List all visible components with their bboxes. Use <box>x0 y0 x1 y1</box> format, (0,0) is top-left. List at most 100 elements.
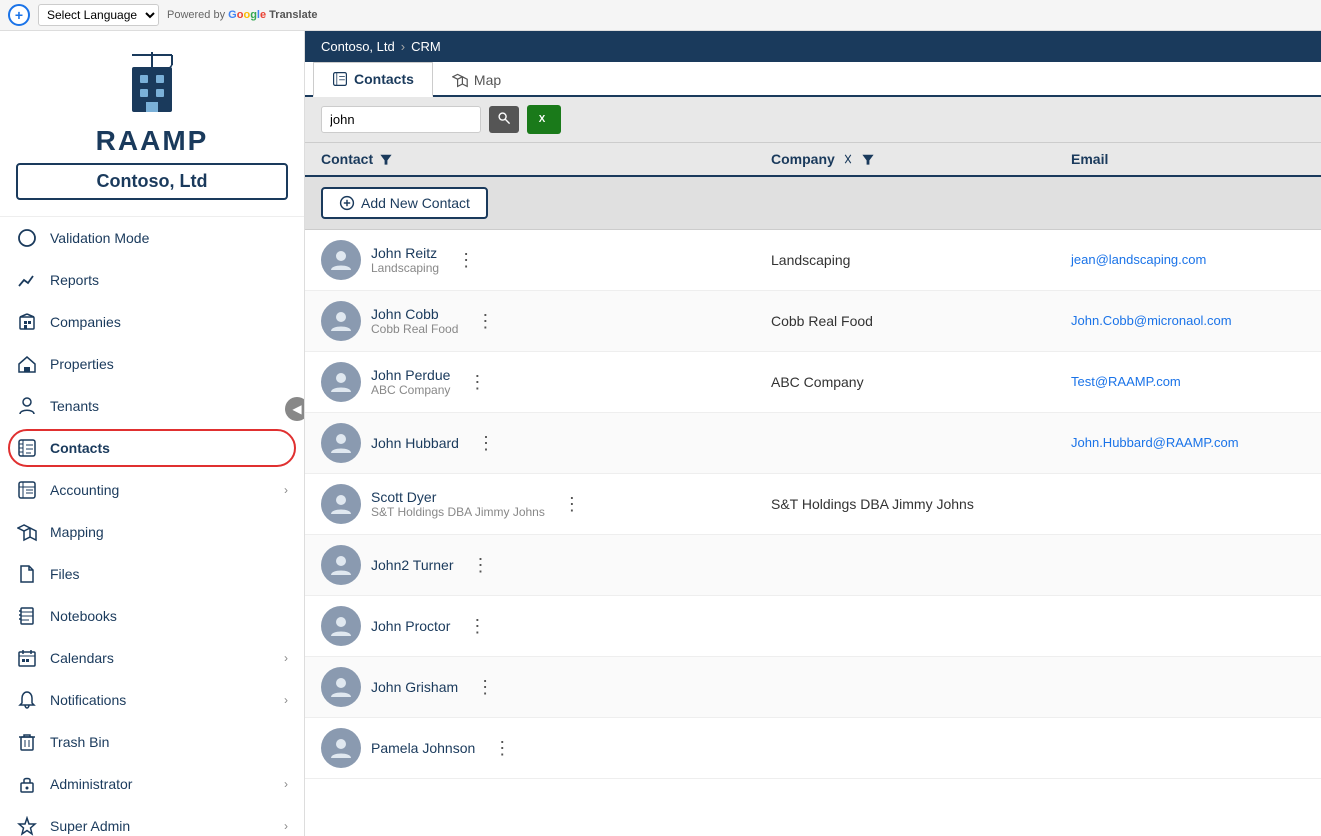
email-column-header: Email <box>1071 151 1305 167</box>
table-row: John Reitz Landscaping ⋮ Landscaping jea… <box>305 230 1321 291</box>
avatar <box>321 545 361 585</box>
contact-name[interactable]: John Perdue <box>371 367 450 383</box>
email-link[interactable]: jean@landscaping.com <box>1071 252 1206 267</box>
sidebar-item-reports[interactable]: Reports <box>0 259 304 301</box>
chevron-right-icon: › <box>284 777 288 791</box>
plus-circle-icon <box>339 195 355 211</box>
avatar <box>321 606 361 646</box>
svg-text:X: X <box>539 114 546 125</box>
breadcrumb-module: CRM <box>411 39 441 54</box>
accounting-icon <box>16 479 38 501</box>
contact-info: John Reitz Landscaping <box>371 245 439 275</box>
tab-contacts[interactable]: Contacts <box>313 62 433 97</box>
sidebar-collapse-button[interactable]: ◀ <box>285 397 305 421</box>
company-cell: Landscaping <box>771 252 1071 268</box>
contact-more-button[interactable]: ⋮ <box>468 307 502 336</box>
contacts-icon <box>16 437 38 459</box>
sidebar-item-contacts[interactable]: Contacts <box>0 427 304 469</box>
breadcrumb-company[interactable]: Contoso, Ltd <box>321 39 395 54</box>
contact-name[interactable]: John Reitz <box>371 245 439 261</box>
search-icon <box>497 111 511 125</box>
contact-subtitle: ABC Company <box>371 383 450 397</box>
contact-name[interactable]: John Grisham <box>371 679 458 695</box>
contact-more-button[interactable]: ⋮ <box>485 734 519 763</box>
sidebar-item-mapping[interactable]: Mapping <box>0 511 304 553</box>
person-avatar-icon <box>329 614 353 638</box>
contact-subtitle: S&T Holdings DBA Jimmy Johns <box>371 505 545 519</box>
sidebar-item-trash-bin[interactable]: Trash Bin <box>0 721 304 763</box>
contact-name[interactable]: John Hubbard <box>371 435 459 451</box>
contact-name[interactable]: John2 Turner <box>371 557 454 573</box>
language-select[interactable]: Select Language <box>38 4 159 26</box>
contact-name[interactable]: John Proctor <box>371 618 450 634</box>
sidebar-item-notifications[interactable]: Notifications › <box>0 679 304 721</box>
contact-more-button[interactable]: ⋮ <box>449 246 483 275</box>
translate-add-button[interactable]: + <box>8 4 30 26</box>
avatar <box>321 240 361 280</box>
sidebar-item-tenants[interactable]: Tenants <box>0 385 304 427</box>
star-icon <box>16 815 38 836</box>
sort-icon[interactable] <box>841 152 855 166</box>
breadcrumb: Contoso, Ltd › CRM <box>305 31 1321 62</box>
person-avatar-icon <box>329 492 353 516</box>
sidebar-item-calendars[interactable]: Calendars › <box>0 637 304 679</box>
table-row: John Hubbard ⋮ John.Hubbard@RAAMP.com <box>305 413 1321 474</box>
content-area: Contoso, Ltd › CRM Contacts Map X <box>305 31 1321 836</box>
search-input[interactable] <box>321 106 481 133</box>
contact-more-button[interactable]: ⋮ <box>555 490 589 519</box>
email-link[interactable]: Test@RAAMP.com <box>1071 374 1181 389</box>
notebook-icon <box>16 605 38 627</box>
person-icon <box>16 395 38 417</box>
contact-name[interactable]: Pamela Johnson <box>371 740 475 756</box>
sidebar-item-super-admin[interactable]: Super Admin › <box>0 805 304 836</box>
toolbar: X <box>305 97 1321 143</box>
sidebar-item-validation-mode[interactable]: Validation Mode <box>0 217 304 259</box>
person-avatar-icon <box>329 248 353 272</box>
contact-name[interactable]: John Cobb <box>371 306 458 322</box>
contact-cell: John Hubbard ⋮ <box>321 423 771 463</box>
contact-name[interactable]: Scott Dyer <box>371 489 545 505</box>
sidebar-item-files[interactable]: Files <box>0 553 304 595</box>
logo-area: RAAMP Contoso, Ltd <box>0 31 304 217</box>
export-excel-button[interactable]: X <box>527 105 561 134</box>
sidebar-item-notebooks[interactable]: Notebooks <box>0 595 304 637</box>
email-cell: Test@RAAMP.com <box>1071 373 1305 391</box>
contact-info: John Grisham <box>371 679 458 695</box>
contact-more-button[interactable]: ⋮ <box>469 429 503 458</box>
contact-subtitle: Cobb Real Food <box>371 322 458 336</box>
main-layout: RAAMP Contoso, Ltd ◀ Validation Mode Rep… <box>0 31 1321 836</box>
home-icon <box>16 353 38 375</box>
sidebar-item-administrator[interactable]: Administrator › <box>0 763 304 805</box>
contact-cell: Pamela Johnson ⋮ <box>321 728 771 768</box>
email-cell: John.Cobb@micronaol.com <box>1071 312 1305 330</box>
contact-cell: John Cobb Cobb Real Food ⋮ <box>321 301 771 341</box>
tab-map[interactable]: Map <box>433 62 520 97</box>
sidebar-item-accounting[interactable]: Accounting › <box>0 469 304 511</box>
contact-cell: John Reitz Landscaping ⋮ <box>321 240 771 280</box>
contact-cell: John2 Turner ⋮ <box>321 545 771 585</box>
person-avatar-icon <box>329 309 353 333</box>
list-icon <box>332 71 348 87</box>
search-button[interactable] <box>489 106 519 133</box>
filter-icon[interactable] <box>861 152 875 166</box>
circle-icon <box>16 227 38 249</box>
avatar <box>321 362 361 402</box>
email-link[interactable]: John.Hubbard@RAAMP.com <box>1071 435 1239 450</box>
contact-info: John Perdue ABC Company <box>371 367 450 397</box>
sidebar-item-companies[interactable]: Companies <box>0 301 304 343</box>
contact-subtitle: Landscaping <box>371 261 439 275</box>
contact-more-button[interactable]: ⋮ <box>464 551 498 580</box>
building-icon <box>16 311 38 333</box>
email-cell: jean@landscaping.com <box>1071 251 1305 269</box>
contact-cell: John Perdue ABC Company ⋮ <box>321 362 771 402</box>
tabs-bar: Contacts Map <box>305 62 1321 97</box>
person-avatar-icon <box>329 431 353 455</box>
map-icon <box>452 72 468 88</box>
add-new-contact-button[interactable]: Add New Contact <box>321 187 488 219</box>
email-link[interactable]: John.Cobb@micronaol.com <box>1071 313 1232 328</box>
sidebar-item-properties[interactable]: Properties <box>0 343 304 385</box>
contact-more-button[interactable]: ⋮ <box>460 612 494 641</box>
contact-more-button[interactable]: ⋮ <box>468 673 502 702</box>
contact-more-button[interactable]: ⋮ <box>460 368 494 397</box>
filter-icon[interactable] <box>379 152 393 166</box>
